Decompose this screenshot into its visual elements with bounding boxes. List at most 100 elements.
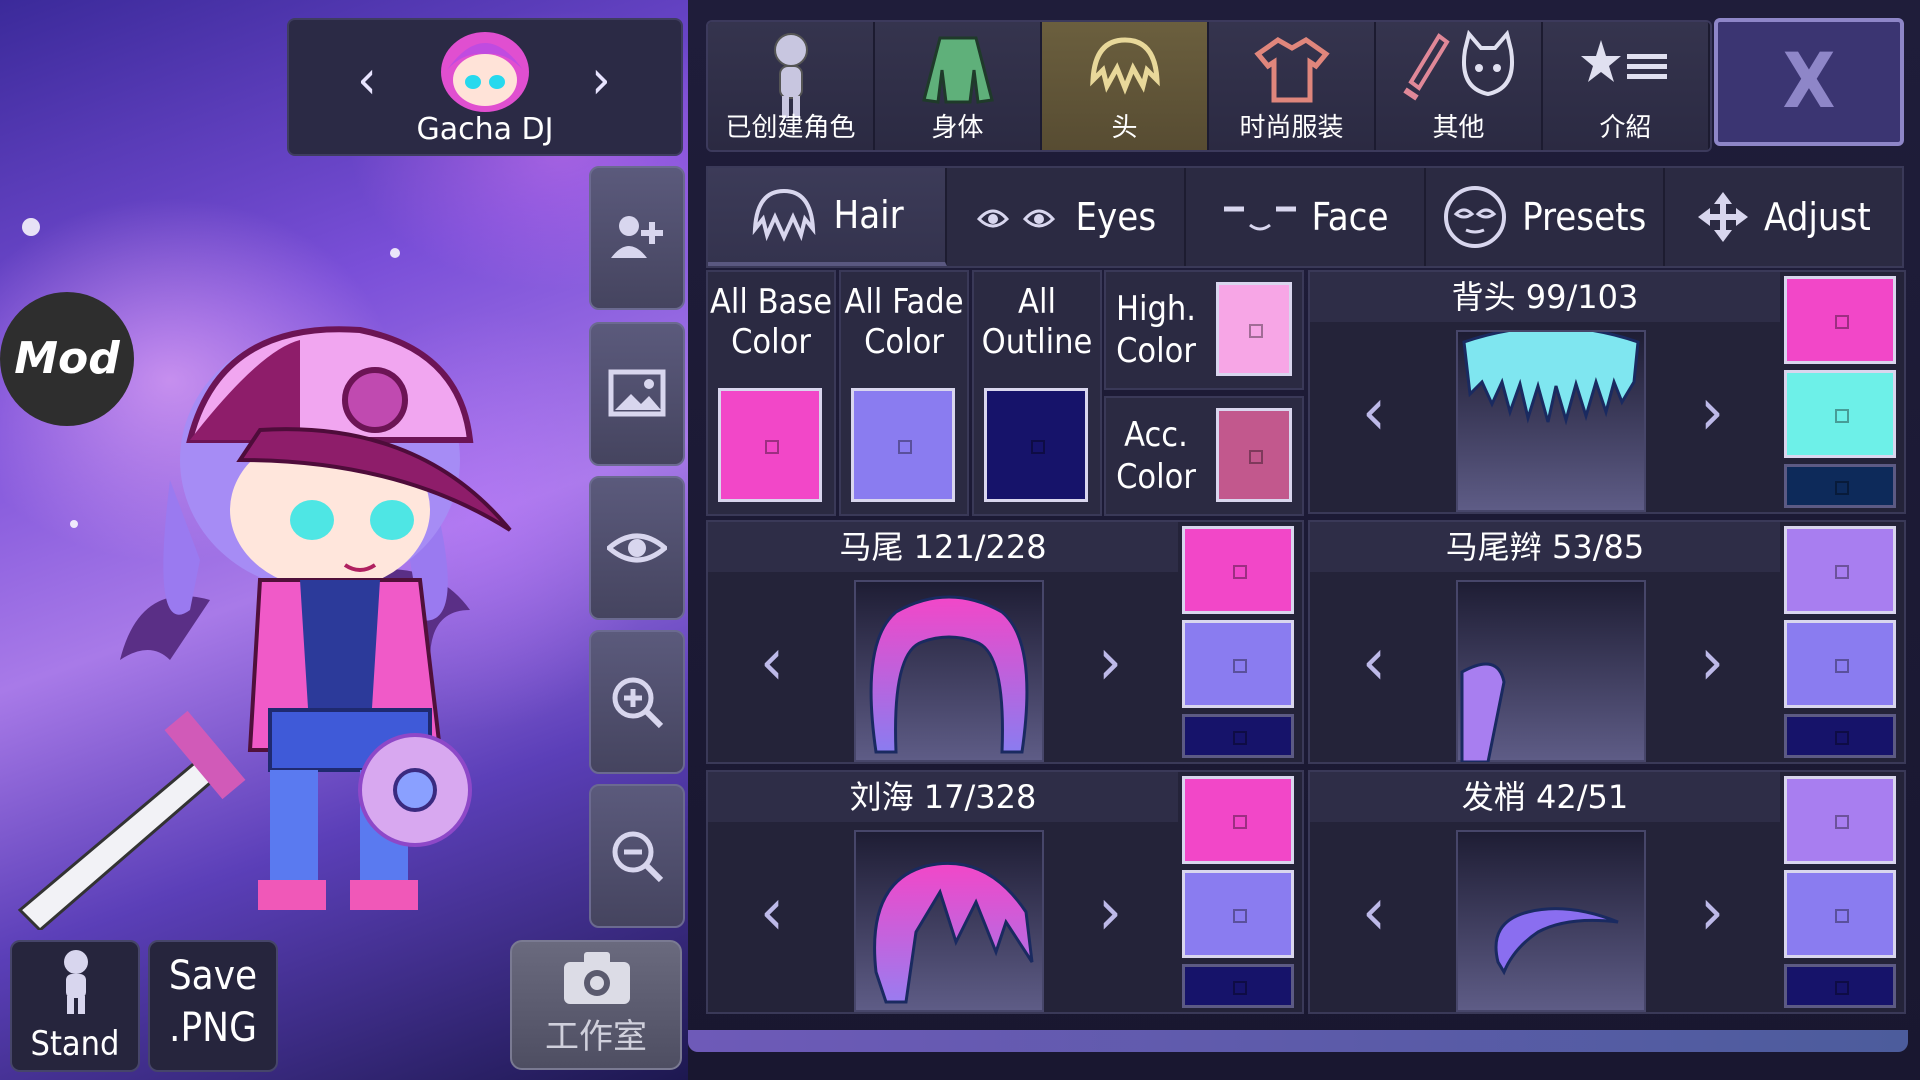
hair-part-color-1[interactable] bbox=[1182, 776, 1294, 864]
tab-label: 介紹 bbox=[1599, 113, 1652, 143]
hair-tips-preview-icon bbox=[1494, 907, 1619, 976]
tab-head[interactable]: 头 bbox=[1042, 22, 1209, 150]
hair-part-color-2[interactable] bbox=[1784, 370, 1896, 458]
tab-presets[interactable]: Presets bbox=[1426, 168, 1665, 266]
chevron-left-icon[interactable]: ‹ bbox=[1344, 372, 1404, 452]
tab-face[interactable]: Face bbox=[1186, 168, 1426, 266]
all-outline-color-control: All Outline bbox=[972, 270, 1102, 516]
chevron-right-icon[interactable]: › bbox=[1682, 872, 1742, 952]
character-avatar-icon[interactable] bbox=[437, 26, 533, 112]
tab-intro[interactable]: 介紹 bbox=[1543, 22, 1710, 150]
all-outline-swatch[interactable] bbox=[984, 388, 1088, 502]
face-icon bbox=[1223, 206, 1296, 231]
shirt-icon bbox=[1253, 37, 1330, 103]
hair-part-color-1[interactable] bbox=[1784, 776, 1896, 864]
highlight-color-swatch[interactable] bbox=[1216, 282, 1292, 376]
tab-adjust[interactable]: Adjust bbox=[1665, 168, 1902, 266]
all-fade-color-label: All Fade Color bbox=[844, 282, 964, 362]
chevron-right-icon[interactable]: › bbox=[1080, 622, 1140, 702]
chevron-right-icon[interactable]: › bbox=[1682, 372, 1742, 452]
tab-face-label: Face bbox=[1311, 195, 1389, 239]
all-fade-color-control: All Fade Color bbox=[839, 270, 969, 516]
character-selector: ‹ › Gacha DJ bbox=[287, 18, 683, 156]
tab-body[interactable]: 身体 bbox=[875, 22, 1042, 150]
bottom-strip bbox=[688, 1030, 1908, 1052]
hair-part-preview[interactable] bbox=[1456, 830, 1646, 1012]
hair-part-bangs: 刘海 17/328 ‹ › bbox=[706, 770, 1304, 1014]
category-tabs: 已创建角色 身体 头 时尚服装 其他 介紹 bbox=[706, 20, 1712, 152]
stand-button[interactable]: Stand bbox=[10, 940, 140, 1072]
hair-part-title: 刘海 17/328 bbox=[708, 772, 1178, 822]
zoom-out-icon bbox=[612, 831, 664, 883]
chevron-right-icon[interactable]: › bbox=[573, 52, 629, 108]
body-icon bbox=[921, 36, 994, 104]
stand-label: Stand bbox=[30, 1024, 120, 1064]
ponytail-preview-icon bbox=[869, 595, 1029, 754]
chevron-left-icon[interactable]: ‹ bbox=[339, 52, 395, 108]
save-png-label: Save .PNG bbox=[168, 953, 258, 1051]
hair-part-preview[interactable] bbox=[854, 830, 1044, 1012]
background-button[interactable] bbox=[589, 322, 685, 466]
character-figure bbox=[17, 326, 512, 930]
chevron-left-icon[interactable]: ‹ bbox=[742, 622, 802, 702]
hair-part-title: 马尾 121/228 bbox=[708, 522, 1178, 572]
chevron-left-icon[interactable]: ‹ bbox=[1344, 872, 1404, 952]
tab-eyes-label: Eyes bbox=[1075, 195, 1157, 239]
hair-part-preview[interactable] bbox=[1456, 580, 1646, 764]
zoom-in-button[interactable] bbox=[589, 630, 685, 774]
hair-part-outline[interactable] bbox=[1784, 964, 1896, 1008]
hair-part-outline[interactable] bbox=[1784, 464, 1896, 508]
hair-part-outline[interactable] bbox=[1182, 964, 1294, 1008]
studio-button[interactable]: 工作室 bbox=[510, 940, 682, 1070]
add-character-button[interactable] bbox=[589, 166, 685, 310]
tab-label: 其他 bbox=[1432, 113, 1485, 143]
mask-icon bbox=[1444, 186, 1507, 248]
tab-label: 身体 bbox=[931, 113, 984, 143]
chevron-right-icon[interactable]: › bbox=[1682, 622, 1742, 702]
tab-fashion[interactable]: 时尚服装 bbox=[1209, 22, 1376, 150]
hair-part-outline[interactable] bbox=[1784, 714, 1896, 758]
tab-other[interactable]: 其他 bbox=[1376, 22, 1543, 150]
star-list-icon bbox=[1580, 40, 1667, 82]
accessory-color-label: Acc. Color bbox=[1116, 415, 1196, 497]
hair-part-title: 背头 99/103 bbox=[1310, 272, 1780, 322]
character-name: Gacha DJ bbox=[416, 112, 554, 147]
braid-preview-icon bbox=[1460, 662, 1506, 764]
hair-part-back: 背头 99/103 ‹ › bbox=[1308, 270, 1906, 514]
hair-part-braid: 马尾辫 53/85 ‹ › bbox=[1308, 520, 1906, 764]
eye-icon bbox=[607, 533, 667, 563]
hair-part-ponytail: 马尾 121/228 ‹ › bbox=[706, 520, 1304, 764]
tab-eyes[interactable]: Eyes bbox=[947, 168, 1187, 266]
accessory-color-control: Acc. Color bbox=[1104, 396, 1304, 516]
all-fade-color-swatch[interactable] bbox=[851, 388, 955, 502]
background-image-icon bbox=[608, 369, 666, 417]
tab-hair[interactable]: Hair bbox=[708, 168, 948, 266]
zoom-out-button[interactable] bbox=[589, 784, 685, 928]
hair-part-color-1[interactable] bbox=[1784, 276, 1896, 364]
visibility-button[interactable] bbox=[589, 476, 685, 620]
tab-label: 已创建角色 bbox=[725, 113, 856, 143]
accessory-color-swatch[interactable] bbox=[1216, 408, 1292, 502]
hair-part-title: 发梢 42/51 bbox=[1310, 772, 1780, 822]
hair-part-preview[interactable] bbox=[854, 580, 1044, 762]
hair-part-color-2[interactable] bbox=[1182, 870, 1294, 958]
all-base-color-swatch[interactable] bbox=[718, 388, 822, 502]
hair-part-color-1[interactable] bbox=[1182, 526, 1294, 614]
chevron-left-icon[interactable]: ‹ bbox=[1344, 622, 1404, 702]
chevron-right-icon[interactable]: › bbox=[1080, 872, 1140, 952]
camera-icon bbox=[564, 952, 630, 1004]
save-png-button[interactable]: Save .PNG bbox=[148, 940, 278, 1072]
all-base-color-label: All Base Color bbox=[709, 282, 833, 362]
hair-part-outline[interactable] bbox=[1182, 714, 1294, 758]
chevron-left-icon[interactable]: ‹ bbox=[742, 872, 802, 952]
move-icon bbox=[1698, 192, 1748, 242]
back-hair-preview-icon bbox=[1462, 325, 1640, 426]
hair-part-preview[interactable] bbox=[1456, 325, 1646, 512]
hair-part-color-2[interactable] bbox=[1784, 620, 1896, 708]
hair-part-color-2[interactable] bbox=[1784, 870, 1896, 958]
tab-created-characters[interactable]: 已创建角色 bbox=[708, 22, 875, 150]
hair-part-color-1[interactable] bbox=[1784, 526, 1896, 614]
hair-part-color-2[interactable] bbox=[1182, 620, 1294, 708]
close-button[interactable]: X bbox=[1714, 18, 1904, 146]
studio-label: 工作室 bbox=[545, 1017, 647, 1057]
